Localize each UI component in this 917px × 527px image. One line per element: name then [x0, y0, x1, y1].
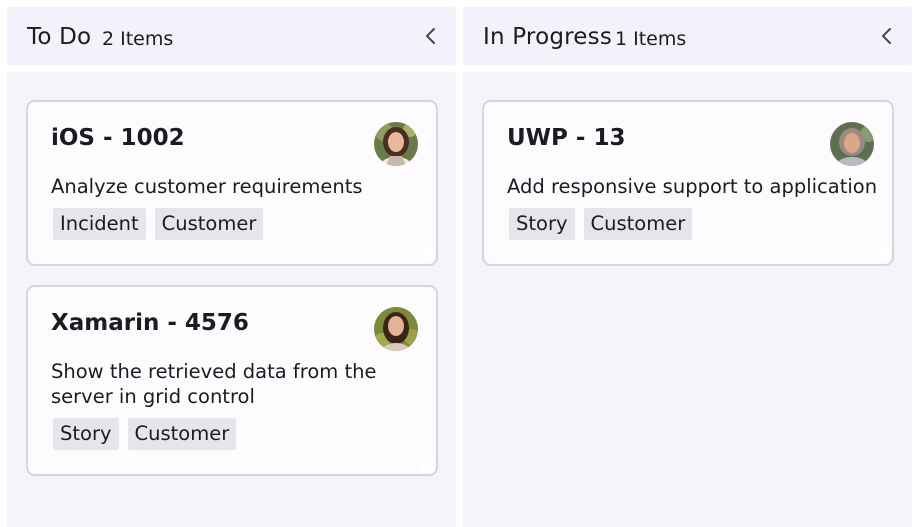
- column-body-in-progress: UWP - 13 Add responsive support to appli…: [463, 72, 912, 527]
- column-title: In Progress: [483, 24, 613, 50]
- card-corner-decoration: [416, 454, 434, 472]
- card-description: Analyze customer requirements: [51, 175, 363, 198]
- tag: Incident: [53, 208, 146, 240]
- card-corner-decoration: [872, 244, 890, 262]
- tag: Customer: [154, 208, 264, 240]
- card-tags: Story Customer: [53, 418, 237, 450]
- card-title: Xamarin - 4576: [51, 310, 249, 336]
- card-corner-decoration: [416, 244, 434, 262]
- column-in-progress: In Progress 1 Items UWP - 13 Add respons…: [463, 7, 912, 527]
- collapse-column-button[interactable]: [874, 23, 900, 49]
- woman-avatar-3: [830, 122, 874, 166]
- kanban-card[interactable]: UWP - 13 Add responsive support to appli…: [482, 100, 894, 266]
- column-title: To Do: [27, 24, 92, 50]
- column-item-count: 2 Items: [102, 28, 174, 50]
- tag: Customer: [583, 208, 693, 240]
- column-item-count: 1 Items: [615, 28, 687, 50]
- chevron-left-icon: [426, 28, 435, 44]
- card-title: UWP - 13: [507, 125, 626, 151]
- woman-avatar-1: [374, 122, 418, 166]
- kanban-card[interactable]: iOS - 1002 Analyze customer requirements…: [26, 100, 438, 266]
- collapse-column-button[interactable]: [418, 23, 444, 49]
- woman-avatar-2: [374, 307, 418, 351]
- column-todo: To Do 2 Items iOS - 1002 Analyze custome…: [7, 7, 456, 527]
- kanban-board: To Do 2 Items iOS - 1002 Analyze custome…: [0, 0, 917, 527]
- card-description: Add responsive support to application: [507, 175, 878, 198]
- card-title: iOS - 1002: [51, 125, 185, 151]
- card-description: Show the retrieved data from the server …: [51, 360, 377, 408]
- tag: Customer: [127, 418, 237, 450]
- tag: Story: [509, 208, 575, 240]
- column-body-todo: iOS - 1002 Analyze customer requirements…: [7, 72, 456, 527]
- column-header-todo: To Do 2 Items: [7, 7, 456, 65]
- tag: Story: [53, 418, 119, 450]
- card-tags: Story Customer: [509, 208, 693, 240]
- kanban-card[interactable]: Xamarin - 4576 Show the retrieved data f…: [26, 285, 438, 476]
- column-header-in-progress: In Progress 1 Items: [463, 7, 912, 65]
- chevron-left-icon: [882, 28, 891, 44]
- card-tags: Incident Customer: [53, 208, 264, 240]
